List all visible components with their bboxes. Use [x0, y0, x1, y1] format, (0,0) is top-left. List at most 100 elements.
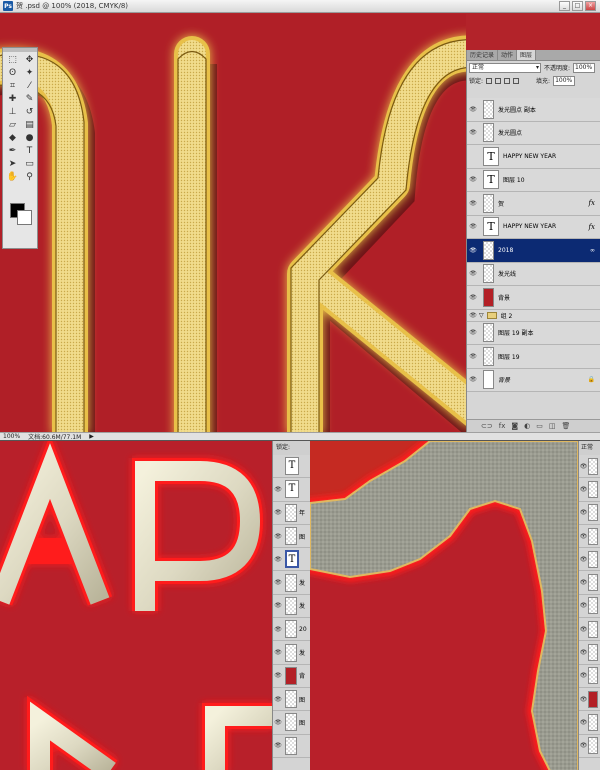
visibility-eye-icon[interactable]: 👁	[579, 486, 588, 493]
layer-row[interactable]: 👁 图	[273, 525, 310, 549]
layer-row[interactable]: 👁 发	[273, 641, 310, 665]
layer-row[interactable]: 👁 年	[273, 502, 310, 525]
new-group-icon[interactable]: ▭	[536, 422, 543, 430]
type-tool-icon[interactable]: T	[21, 144, 38, 157]
maximize-button[interactable]: □	[572, 1, 583, 11]
layer-row[interactable]: 👁 图	[273, 688, 310, 712]
add-mask-icon[interactable]: ◙	[511, 422, 518, 430]
layer-row[interactable]: 👁 发	[273, 571, 310, 595]
lock-all-icon[interactable]	[513, 77, 520, 84]
layer-row[interactable]: 👁 图	[273, 711, 310, 735]
layer-row[interactable]: 👁 发光圆点	[467, 121, 600, 145]
layer-row[interactable]: 👁	[579, 735, 600, 758]
layer-row[interactable]: 👁 贺 fx	[467, 192, 600, 216]
stamp-tool-icon[interactable]: ⊥	[4, 105, 21, 118]
layer-row[interactable]: 👁 背景	[467, 286, 600, 310]
blend-mode-select[interactable]: 正常	[469, 62, 541, 73]
layer-effects-icon[interactable]: fx	[588, 199, 595, 207]
visibility-eye-icon[interactable]: 👁	[467, 106, 479, 113]
visibility-eye-icon[interactable]: 👁	[273, 742, 283, 749]
layer-row[interactable]: 👁 发光线	[467, 262, 600, 286]
zoom-tool-icon[interactable]: ⚲	[21, 170, 38, 183]
visibility-eye-icon[interactable]: 👁	[273, 719, 283, 726]
layer-effects-icon[interactable]: fx	[588, 223, 595, 231]
title-bar[interactable]: Ps 贺 .psd @ 100% (2018, CMYK/8) _ □ ×	[0, 0, 600, 13]
visibility-eye-icon[interactable]: 👁	[579, 742, 588, 749]
visibility-eye-icon[interactable]: 👁	[273, 556, 283, 563]
visibility-eye-icon[interactable]: 👁	[579, 579, 588, 586]
document-canvas[interactable]: ⬚ ✥ ʘ ✦ ⌗ ⁄ ✚ ✎ ⊥ ↺ ▱ ▤ ◆ ● ✒ T ➤ ▭ ✋ ⚲	[0, 14, 466, 432]
visibility-eye-icon[interactable]: 👁	[467, 223, 479, 230]
layer-row[interactable]: 👁	[579, 641, 600, 665]
close-button[interactable]: ×	[585, 1, 596, 11]
opacity-input[interactable]: 100%	[573, 62, 596, 73]
layer-row[interactable]: 👁	[579, 618, 600, 642]
layer-row[interactable]: 👁	[579, 502, 600, 525]
layer-row[interactable]: 👁 发	[273, 595, 310, 619]
brush-tool-icon[interactable]: ✎	[21, 92, 38, 105]
layer-row[interactable]: 👁	[579, 571, 600, 595]
add-style-icon[interactable]: fx	[499, 422, 506, 430]
visibility-eye-icon[interactable]: 👁	[273, 696, 283, 703]
visibility-eye-icon[interactable]: 👁	[273, 463, 283, 470]
visibility-eye-icon[interactable]: 👁	[467, 200, 479, 207]
visibility-eye-icon[interactable]: 👁	[579, 556, 588, 563]
layer-row[interactable]: 👁	[273, 735, 310, 758]
visibility-eye-icon[interactable]: 👁	[467, 153, 479, 160]
visibility-eye-icon[interactable]: 👁	[579, 463, 588, 470]
minimize-button[interactable]: _	[559, 1, 570, 11]
tab-layers[interactable]: 图层	[517, 50, 537, 60]
group-expand-icon[interactable]: ▽	[479, 312, 484, 319]
layer-row[interactable]: 👁	[579, 525, 600, 549]
link-layers-icon[interactable]: ⊂⊃	[481, 422, 493, 430]
visibility-eye-icon[interactable]: 👁	[273, 579, 283, 586]
visibility-eye-icon[interactable]: 👁	[579, 696, 588, 703]
layer-row[interactable]: 👁 T 图层 10	[467, 168, 600, 192]
marquee-tool-icon[interactable]: ⬚	[4, 53, 21, 66]
layer-row[interactable]: 👁 T HAPPY NEW YEAR fx	[467, 215, 600, 239]
visibility-eye-icon[interactable]: 👁	[273, 533, 283, 540]
tab-actions[interactable]: 动作	[498, 50, 518, 60]
gradient-tool-icon[interactable]: ▤	[21, 118, 38, 131]
visibility-eye-icon[interactable]: 👁	[273, 626, 283, 633]
visibility-eye-icon[interactable]: 👁	[579, 602, 588, 609]
visibility-eye-icon[interactable]: 👁	[467, 329, 479, 336]
tab-history[interactable]: 历史记录	[467, 50, 499, 60]
status-menu-arrow-icon[interactable]: ▶	[89, 433, 94, 440]
visibility-eye-icon[interactable]: 👁	[579, 649, 588, 656]
eyedropper-icon[interactable]: ⁄	[21, 79, 38, 92]
visibility-eye-icon[interactable]: 👁	[579, 719, 588, 726]
visibility-eye-icon[interactable]: 👁	[273, 672, 283, 679]
visibility-eye-icon[interactable]: 👁	[579, 533, 588, 540]
hand-tool-icon[interactable]: ✋	[4, 170, 21, 183]
layer-row[interactable]: 👁 图层 19 副本	[467, 321, 600, 345]
layer-row[interactable]: 👁 20	[273, 618, 310, 642]
visibility-eye-icon[interactable]: 👁	[579, 672, 588, 679]
magic-wand-icon[interactable]: ✦	[21, 66, 38, 79]
background-color-swatch[interactable]	[17, 210, 32, 225]
dodge-tool-icon[interactable]: ●	[21, 131, 38, 144]
layer-row[interactable]: 👁T	[273, 455, 310, 479]
path-select-icon[interactable]: ➤	[4, 157, 21, 170]
visibility-eye-icon[interactable]: 👁	[467, 270, 479, 277]
history-brush-icon[interactable]: ↺	[21, 105, 38, 118]
layer-row[interactable]: 👁	[579, 595, 600, 619]
layer-row[interactable]: 👁 2018 ∞	[467, 239, 600, 263]
visibility-eye-icon[interactable]: 👁	[467, 129, 479, 136]
shape-tool-icon[interactable]: ▭	[21, 157, 38, 170]
visibility-eye-icon[interactable]: 👁	[273, 486, 283, 493]
layer-row[interactable]: 👁	[579, 665, 600, 688]
visibility-eye-icon[interactable]: 👁	[273, 649, 283, 656]
move-tool-icon[interactable]: ✥	[21, 53, 38, 66]
layer-row[interactable]: 👁	[579, 688, 600, 712]
layer-row[interactable]: 👁 背	[273, 665, 310, 688]
layer-row[interactable]: 👁 T HAPPY NEW YEAR	[467, 145, 600, 169]
lock-position-icon[interactable]	[504, 77, 511, 84]
layer-row[interactable]: 👁	[579, 548, 600, 572]
eraser-tool-icon[interactable]: ▱	[4, 118, 21, 131]
blur-tool-icon[interactable]: ◆	[4, 131, 21, 144]
visibility-eye-icon[interactable]: 👁	[467, 294, 479, 301]
visibility-eye-icon[interactable]: 👁	[273, 509, 283, 516]
visibility-eye-icon[interactable]: 👁	[467, 376, 479, 383]
visibility-eye-icon[interactable]: 👁	[579, 509, 588, 516]
